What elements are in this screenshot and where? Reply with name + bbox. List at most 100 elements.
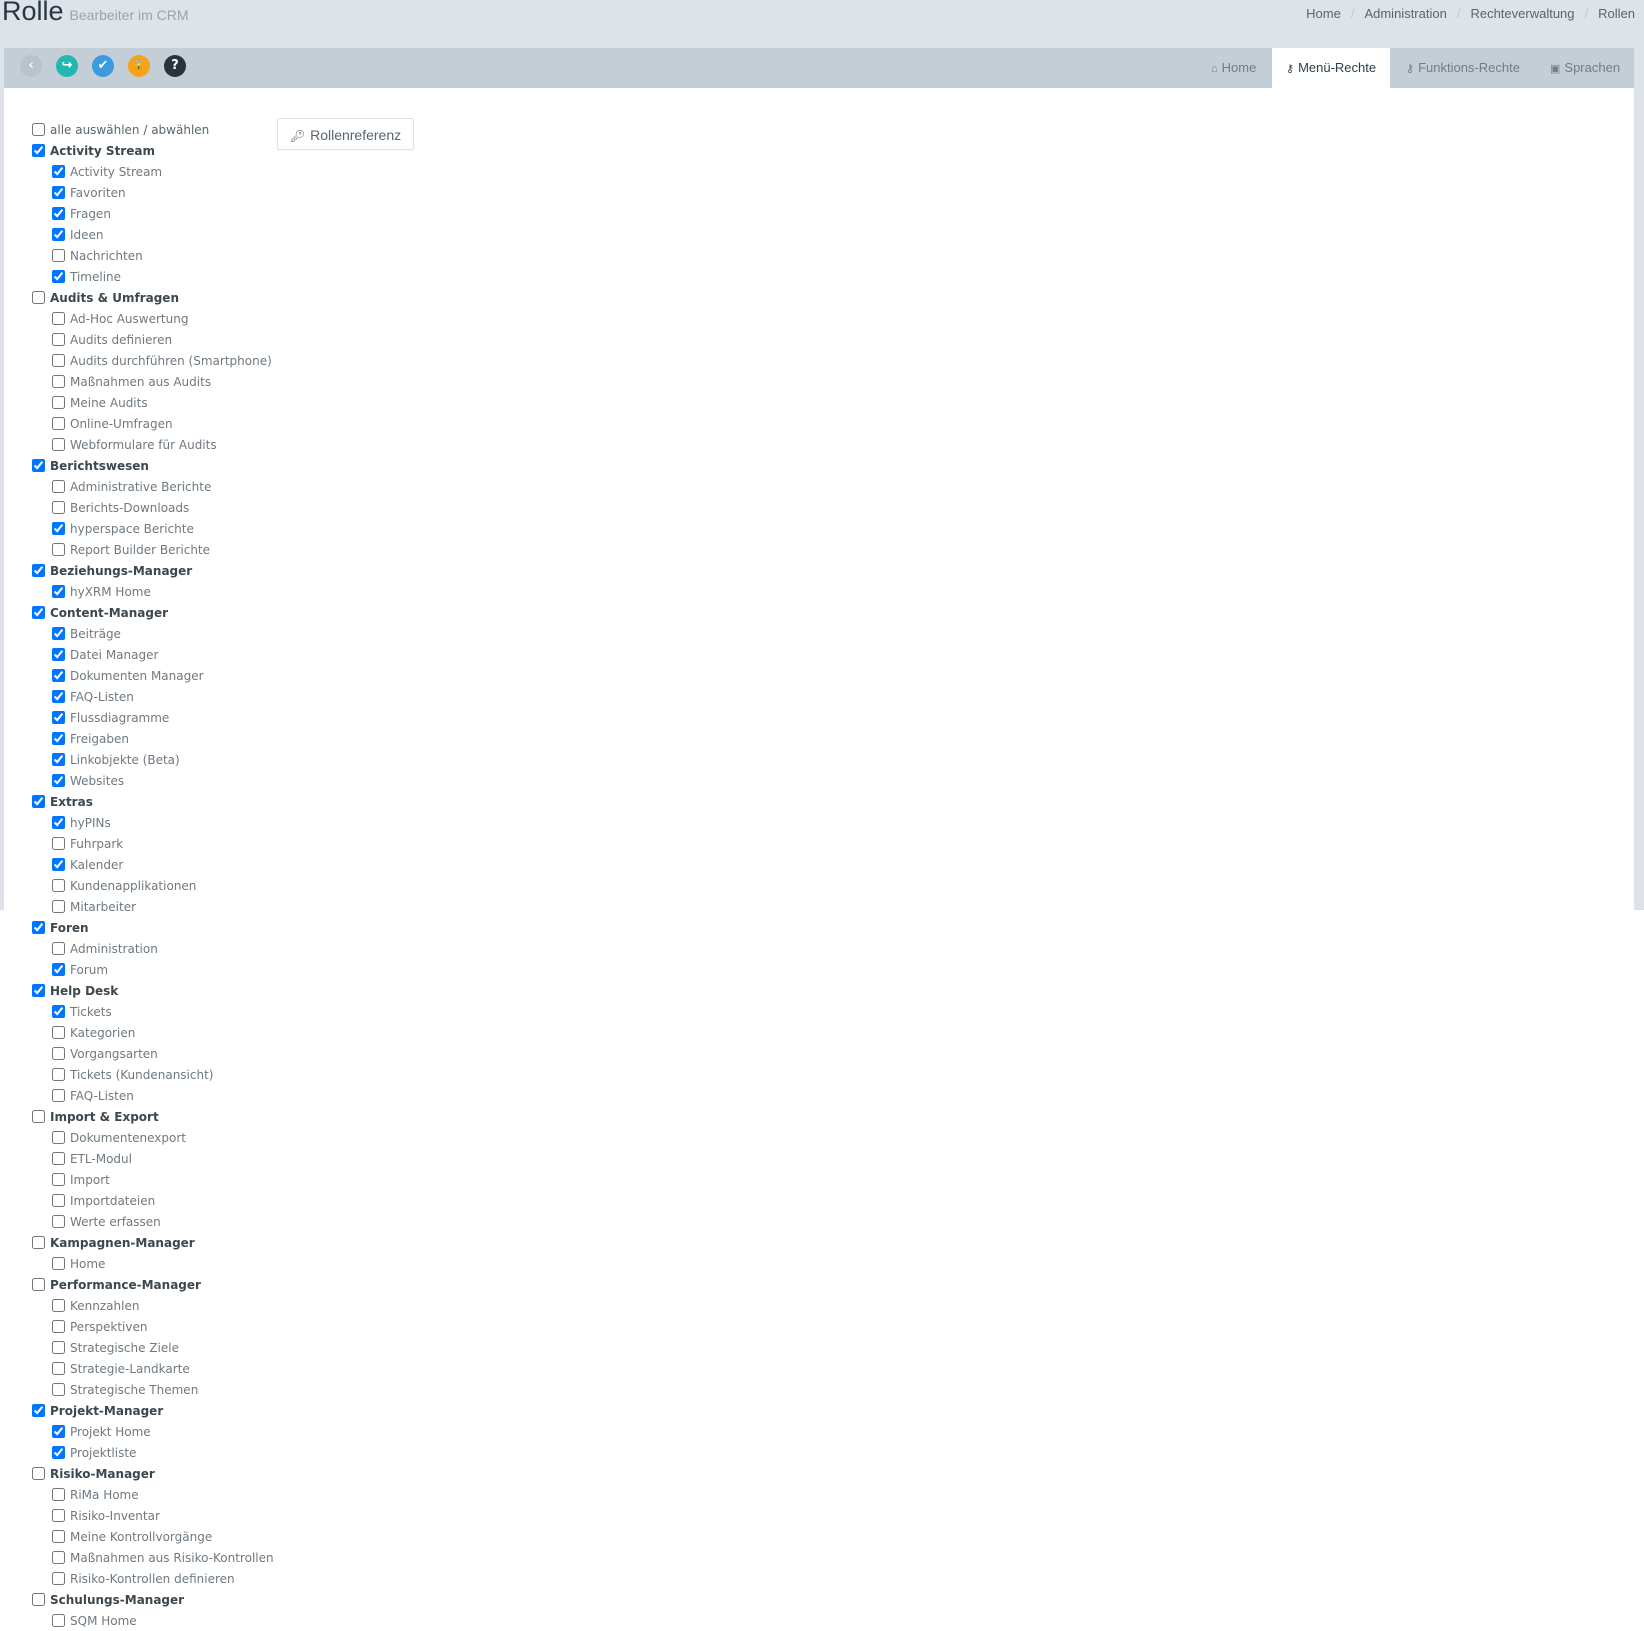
item-checkbox[interactable]	[52, 333, 65, 346]
permission-item: SQM Home	[52, 1611, 137, 1631]
group-checkbox[interactable]	[32, 984, 45, 997]
permission-group: Extras	[32, 792, 93, 812]
item-checkbox[interactable]	[52, 1551, 65, 1564]
item-checkbox[interactable]	[52, 1089, 65, 1102]
item-checkbox[interactable]	[52, 942, 65, 955]
tab-sprachen[interactable]: ▣ Sprachen	[1536, 48, 1634, 88]
item-checkbox[interactable]	[52, 753, 65, 766]
group-checkbox[interactable]	[32, 606, 45, 619]
tab-menü-rechte[interactable]: ⚷ Menü-Rechte	[1272, 48, 1391, 88]
permission-item: hyPINs	[52, 813, 111, 833]
item-checkbox[interactable]	[52, 501, 65, 514]
item-checkbox[interactable]	[52, 627, 65, 640]
item-checkbox[interactable]	[52, 1383, 65, 1396]
item-checkbox[interactable]	[52, 312, 65, 325]
item-checkbox[interactable]	[52, 1614, 65, 1627]
group-checkbox[interactable]	[32, 564, 45, 577]
item-checkbox[interactable]	[52, 438, 65, 451]
permission-item: Websites	[52, 771, 124, 791]
check-button[interactable]: ✔	[92, 55, 114, 77]
group-checkbox[interactable]	[32, 1404, 45, 1417]
item-checkbox[interactable]	[52, 732, 65, 745]
item-checkbox[interactable]	[52, 1362, 65, 1375]
group-checkbox[interactable]	[32, 144, 45, 157]
item-checkbox[interactable]	[52, 1425, 65, 1438]
group-checkbox[interactable]	[32, 795, 45, 808]
item-checkbox[interactable]	[52, 963, 65, 976]
item-checkbox[interactable]	[52, 1152, 65, 1165]
item-checkbox[interactable]	[52, 249, 65, 262]
item-label: Kategorien	[70, 1026, 136, 1040]
item-label: Risiko-Kontrollen definieren	[70, 1572, 235, 1586]
item-label: SQM Home	[70, 1614, 137, 1628]
item-checkbox[interactable]	[52, 165, 65, 178]
breadcrumb-item-rechteverwaltung[interactable]: Rechteverwaltung	[1470, 6, 1574, 21]
item-checkbox[interactable]	[52, 375, 65, 388]
group-checkbox[interactable]	[32, 1467, 45, 1480]
item-checkbox[interactable]	[52, 585, 65, 598]
item-checkbox[interactable]	[52, 648, 65, 661]
rollenreferenz-button[interactable]: 🔑︎ Rollenreferenz	[277, 118, 414, 150]
item-checkbox[interactable]	[52, 186, 65, 199]
item-checkbox[interactable]	[52, 1215, 65, 1228]
unlock-button[interactable]: 🔓	[128, 55, 150, 77]
group-checkbox[interactable]	[32, 1593, 45, 1606]
item-checkbox[interactable]	[52, 879, 65, 892]
back-button[interactable]: ‹	[20, 55, 42, 77]
item-checkbox[interactable]	[52, 543, 65, 556]
page-title-text: Rolle	[2, 0, 64, 26]
item-checkbox[interactable]	[52, 1446, 65, 1459]
select-all-checkbox[interactable]	[32, 123, 45, 136]
item-checkbox[interactable]	[52, 417, 65, 430]
item-checkbox[interactable]	[52, 690, 65, 703]
item-checkbox[interactable]	[52, 900, 65, 913]
item-checkbox[interactable]	[52, 1047, 65, 1060]
item-checkbox[interactable]	[52, 1320, 65, 1333]
item-checkbox[interactable]	[52, 1530, 65, 1543]
item-checkbox[interactable]	[52, 711, 65, 724]
tab-home[interactable]: ⌂ Home	[1197, 48, 1270, 88]
group-checkbox[interactable]	[32, 1236, 45, 1249]
item-checkbox[interactable]	[52, 1341, 65, 1354]
item-checkbox[interactable]	[52, 354, 65, 367]
item-checkbox[interactable]	[52, 1068, 65, 1081]
item-checkbox[interactable]	[52, 228, 65, 241]
item-checkbox[interactable]	[52, 1257, 65, 1270]
item-label: FAQ-Listen	[70, 690, 134, 704]
item-checkbox[interactable]	[52, 1509, 65, 1522]
share-button[interactable]: ↪	[56, 55, 78, 77]
item-checkbox[interactable]	[52, 270, 65, 283]
item-checkbox[interactable]	[52, 522, 65, 535]
item-checkbox[interactable]	[52, 1005, 65, 1018]
item-checkbox[interactable]	[52, 837, 65, 850]
item-checkbox[interactable]	[52, 480, 65, 493]
item-checkbox[interactable]	[52, 1194, 65, 1207]
page-title: Rolle Bearbeiter im CRM	[2, 0, 189, 27]
breadcrumb-item-rollen[interactable]: Rollen	[1598, 6, 1635, 21]
item-checkbox[interactable]	[52, 1488, 65, 1501]
item-checkbox[interactable]	[52, 1026, 65, 1039]
tab-funktions-rechte[interactable]: ⚷ Funktions-Rechte	[1392, 48, 1534, 88]
group-checkbox[interactable]	[32, 1278, 45, 1291]
item-checkbox[interactable]	[52, 858, 65, 871]
item-checkbox[interactable]	[52, 1131, 65, 1144]
group-checkbox[interactable]	[32, 459, 45, 472]
breadcrumb-separator: /	[1456, 6, 1461, 21]
item-checkbox[interactable]	[52, 396, 65, 409]
item-checkbox[interactable]	[52, 774, 65, 787]
item-label: Timeline	[70, 270, 122, 284]
item-checkbox[interactable]	[52, 669, 65, 682]
help-button[interactable]: ?	[164, 55, 186, 77]
group-checkbox[interactable]	[32, 291, 45, 304]
item-checkbox[interactable]	[52, 816, 65, 829]
item-checkbox[interactable]	[52, 207, 65, 220]
item-label: Tickets (Kundenansicht)	[70, 1068, 214, 1082]
group-checkbox[interactable]	[32, 921, 45, 934]
permission-item: Meine Kontrollvorgänge	[52, 1527, 212, 1547]
group-checkbox[interactable]	[32, 1110, 45, 1123]
item-checkbox[interactable]	[52, 1572, 65, 1585]
breadcrumb-item-administration[interactable]: Administration	[1364, 6, 1446, 21]
item-checkbox[interactable]	[52, 1173, 65, 1186]
breadcrumb-item-home[interactable]: Home	[1306, 6, 1341, 21]
item-checkbox[interactable]	[52, 1299, 65, 1312]
